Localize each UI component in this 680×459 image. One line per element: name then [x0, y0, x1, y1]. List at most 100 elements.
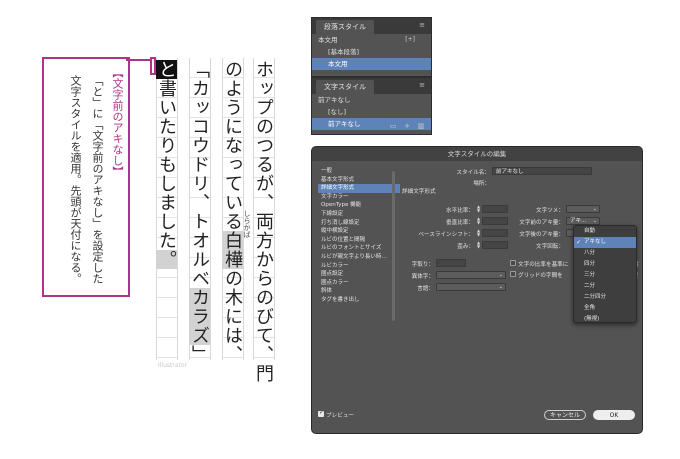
checkmark-icon: ✓ — [576, 239, 582, 246]
menu-item[interactable]: (無視) — [574, 314, 636, 325]
category-item[interactable]: 下線設定 — [318, 210, 400, 219]
category-item[interactable]: 圏点カラー — [318, 279, 400, 288]
selected-character[interactable]: と — [156, 60, 177, 79]
menu-item[interactable]: 二分四分 — [574, 292, 636, 303]
cancel-button[interactable]: キャンセル — [544, 410, 586, 420]
override-badge: [+] — [405, 36, 415, 43]
menu-item[interactable]: 三分 — [574, 270, 636, 281]
itaiji-label: 異体字： — [411, 274, 434, 280]
horizontal-scale-label: 水平比率： — [446, 208, 474, 214]
text-line-3-end: 」 — [189, 345, 210, 364]
list-item-label: [なし] — [328, 108, 347, 116]
horizontal-scale-field[interactable] — [482, 205, 508, 213]
horizontal-scale-stepper[interactable]: ▲ ▼ — [476, 205, 481, 213]
panel-tabbar: 段落スタイル ≡ — [312, 18, 431, 34]
list-item[interactable]: [なし] — [312, 106, 431, 118]
menu-item-label: アキなし — [584, 239, 607, 245]
category-item[interactable]: OpenType 機能 — [318, 201, 400, 210]
menu-item-label: 八分 — [584, 250, 596, 256]
space-before-value: アキ... — [570, 218, 587, 224]
chevron-down-icon: ⌄ — [498, 284, 503, 290]
baseline-shift-label: ベースラインシフト： — [418, 232, 474, 238]
grid-spacing-checkbox[interactable] — [510, 271, 516, 277]
style-name-field[interactable]: 前アキなし — [492, 167, 592, 175]
category-item[interactable]: 詳細文字形式 — [318, 184, 400, 193]
proportional-checkbox[interactable] — [510, 260, 516, 266]
menu-item-label: 三分 — [584, 272, 596, 278]
chevron-down-icon: ⌄ — [592, 218, 597, 224]
menu-item-label: 二分 — [584, 283, 596, 289]
panel-menu-icon[interactable]: ≡ — [419, 81, 425, 89]
list-item[interactable]: [基本段落] — [312, 46, 431, 58]
skew-field[interactable] — [482, 241, 508, 249]
jidori-field[interactable] — [436, 259, 466, 267]
location-label: 場所： — [473, 181, 490, 187]
menu-item[interactable]: 二分 — [574, 281, 636, 292]
menu-item[interactable]: 自動 — [574, 226, 636, 237]
callout-box: 【文字前のアキなし】 「と」に「文字前のアキなし」を設定した 文字スタイルを適用… — [42, 57, 130, 297]
list-item-label: [基本段落] — [328, 48, 360, 56]
current-character-style: 前アキなし — [312, 94, 431, 106]
category-item[interactable]: ルビが親文字より長い時… — [318, 253, 400, 262]
grid-spacing-label: グリッドの字間を — [518, 273, 563, 279]
skew-stepper[interactable]: ▲ ▼ — [476, 241, 481, 249]
menu-item-label: 全角 — [584, 305, 596, 311]
category-item[interactable]: 縦中横設定 — [318, 227, 400, 236]
menu-item[interactable]: 四分 — [574, 259, 636, 270]
vertical-scale-stepper[interactable]: ▲ ▼ — [476, 217, 481, 225]
preview-checkbox[interactable] — [318, 409, 324, 417]
list-item-selected[interactable]: 本文用 — [312, 58, 431, 70]
tsume-select[interactable]: ⌄ — [566, 205, 600, 213]
vertical-scale-field[interactable] — [482, 217, 508, 225]
menu-item[interactable]: ✓ アキなし — [574, 237, 636, 248]
new-style-icon[interactable]: + — [403, 122, 411, 130]
space-before-dropdown: 自動 ✓ アキなし 八分 四分 三分 二分 二分四分 全角 (無視) — [573, 225, 637, 323]
space-after-label: 文字後のアキ量： — [519, 232, 564, 238]
baseline-shift-field[interactable] — [482, 229, 508, 237]
callout-title: 【文字前のアキなし】 — [111, 67, 124, 177]
menu-item-label: (無視) — [584, 316, 600, 322]
ok-button[interactable]: OK — [593, 410, 635, 420]
vertical-scale-label: 垂直比率： — [446, 220, 474, 226]
itaiji-select[interactable]: ⌄ — [436, 271, 506, 279]
text-line-3: 「カッコウドリ、トオルベカラズ」 — [189, 60, 210, 364]
paragraph-styles-panel: 段落スタイル ≡ 本文用 [+] [基本段落] 本文用 — [311, 17, 432, 77]
highlighted-word-karazu: カラズ — [189, 288, 210, 345]
category-item[interactable]: 圏点設定 — [318, 270, 400, 279]
category-item[interactable]: 文字カラー — [318, 193, 400, 202]
tab-paragraph-styles[interactable]: 段落スタイル — [316, 20, 374, 34]
category-item[interactable]: 打ち消し線設定 — [318, 219, 400, 228]
text-line-2: のようになっている白樺の木には、 — [222, 60, 243, 364]
highlighted-word-shirakaba: 白樺 — [222, 231, 243, 269]
text-line-2-end: の木には、 — [222, 269, 243, 364]
category-item[interactable]: ルビの位置と間隔 — [318, 236, 400, 245]
space-before-select[interactable]: アキ... ⌄ — [566, 217, 600, 225]
frame-label: Illustrator — [158, 362, 188, 369]
panel-menu-icon[interactable]: ≡ — [419, 21, 425, 29]
tab-character-styles[interactable]: 文字スタイル — [316, 80, 374, 94]
language-label: 言語： — [417, 286, 434, 292]
category-item[interactable]: ルビカラー — [318, 262, 400, 271]
language-select[interactable]: ⌄ — [436, 283, 506, 291]
character-styles-panel: 文字スタイル ≡ 前アキなし [なし] 前アキなし ▭ + ▥ — [311, 77, 432, 135]
text-line-4-content: 書いたりもしました — [156, 79, 177, 250]
menu-item[interactable]: 八分 — [574, 248, 636, 259]
text-line-1: ホップのつるが、両方からのびて、門 — [253, 60, 274, 383]
menu-item[interactable]: 全角 — [574, 303, 636, 314]
category-item[interactable]: ルビのフォントとサイズ — [318, 244, 400, 253]
current-character-style-label: 前アキなし — [318, 96, 351, 104]
trash-icon[interactable]: ▥ — [417, 122, 425, 130]
highlighted-period: 。 — [156, 250, 177, 269]
folder-icon[interactable]: ▭ — [389, 122, 397, 130]
baseline-shift-stepper[interactable]: ▲ ▼ — [476, 229, 481, 237]
menu-item-label: 二分四分 — [584, 294, 607, 300]
category-item[interactable]: タグを書き出し — [318, 296, 400, 305]
category-scrollbar[interactable] — [392, 171, 395, 321]
category-item[interactable]: 基本文字形式 — [318, 176, 400, 185]
category-item[interactable]: 斜体 — [318, 287, 400, 296]
tsume-label: 文字ツメ： — [536, 208, 564, 214]
menu-item-label: 自動 — [584, 228, 596, 234]
proportional-label: 文字の比率を基準に — [518, 262, 569, 268]
category-item[interactable]: 一般 — [318, 167, 400, 176]
current-paragraph-style-label: 本文用 — [318, 36, 338, 44]
